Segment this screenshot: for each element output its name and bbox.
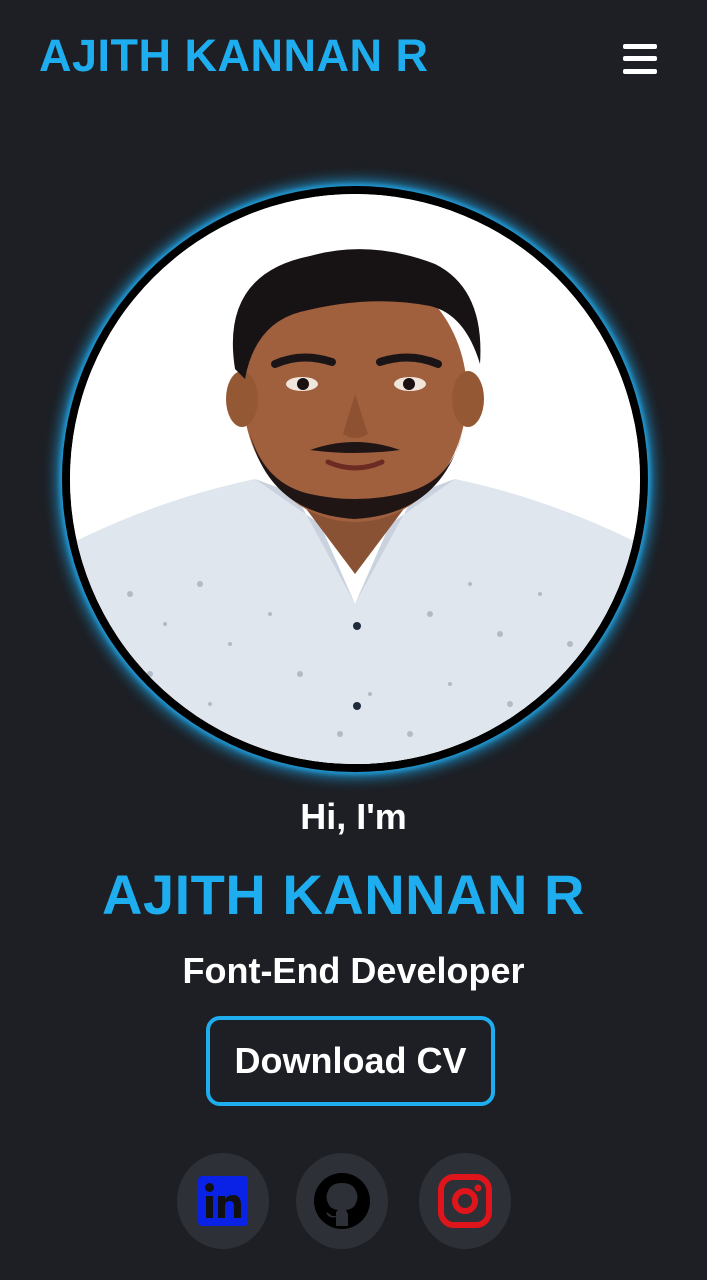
profile-photo-frame — [62, 186, 648, 772]
linkedin-icon — [198, 1176, 248, 1226]
hero-role: Font-End Developer — [182, 950, 525, 991]
instagram-link[interactable] — [419, 1153, 511, 1249]
github-link[interactable] — [296, 1153, 388, 1249]
profile-photo — [70, 194, 640, 764]
download-cv-button[interactable]: Download CV — [206, 1016, 495, 1106]
instagram-icon — [438, 1174, 492, 1228]
linkedin-link[interactable] — [177, 1153, 269, 1249]
hamburger-menu-icon[interactable] — [620, 42, 660, 76]
github-icon — [314, 1173, 370, 1229]
site-header: AJITH KANNAN R — [0, 0, 707, 120]
hero-name: AJITH KANNAN R — [102, 863, 585, 926]
greeting-text: Hi, I'm — [300, 796, 407, 837]
brand-logo[interactable]: AJITH KANNAN R — [39, 30, 429, 82]
